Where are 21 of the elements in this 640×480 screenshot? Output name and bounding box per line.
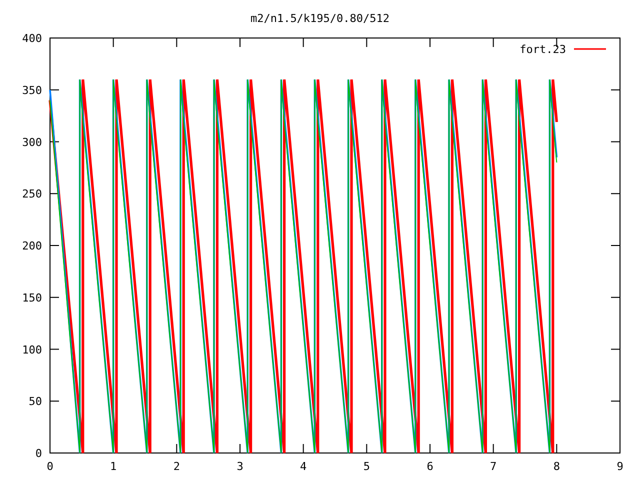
y-tick-label: 400	[22, 32, 42, 45]
y-tick-label: 150	[22, 291, 42, 304]
chart-title: m2/n1.5/k195/0.80/512	[250, 12, 390, 25]
x-tick-label: 2	[173, 460, 180, 473]
x-tick-label: 7	[490, 460, 497, 473]
y-tick-label: 100	[22, 343, 42, 356]
y-tick-label: 350	[22, 84, 42, 97]
y-tick-label: 0	[35, 447, 42, 460]
x-tick-label: 1	[110, 460, 117, 473]
y-tick-label: 50	[28, 395, 42, 408]
x-tick-label: 9	[616, 460, 624, 473]
x-tick-label: 3	[236, 460, 244, 473]
y-tick-label: 250	[22, 188, 42, 201]
y-tick-label: 200	[22, 240, 42, 252]
legend-label: fort.23	[520, 43, 566, 56]
x-tick-label: 8	[553, 460, 560, 473]
y-tick-label: 300	[22, 136, 42, 149]
x-tick-label: 0	[46, 460, 54, 473]
x-tick-label: 6	[426, 460, 434, 473]
x-tick-label: 5	[363, 460, 370, 473]
x-tick-label: 4	[300, 460, 307, 473]
